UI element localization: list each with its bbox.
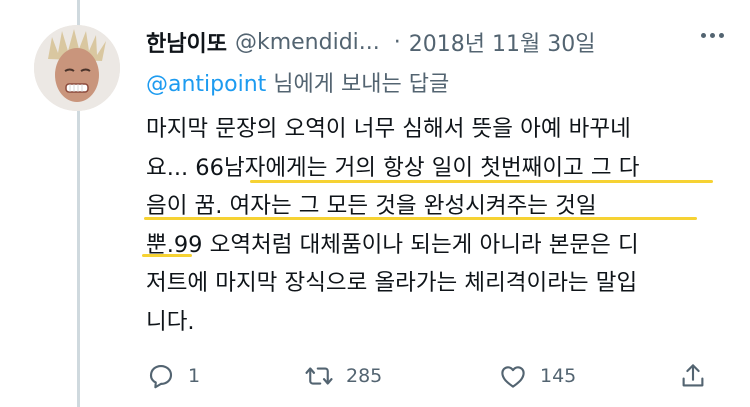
tweet-text: 마지막 문장의 오역이 너무 심해서 뜻을 아예 바꾸네 요... 66남자에게… [146,110,726,341]
user-handle[interactable]: @kmendidi... [235,30,380,55]
reply-count: 1 [188,365,201,387]
highlight-underline [250,180,713,183]
reply-icon [149,364,173,389]
tweet-text-line: 저트에 마지막 장식으로 올라가는 체리격이라는 말입 [146,270,638,296]
tweet-date[interactable]: 2018년 11월 30일 [409,26,596,58]
tweet-text-line: 마지막 문장의 오역이 너무 심해서 뜻을 아예 바꾸네 [146,116,631,142]
retweet-button[interactable]: 285 [304,356,382,396]
reply-to-mention[interactable]: @antipoint [146,72,266,97]
display-name[interactable]: 한남이또 [146,26,227,58]
retweet-count: 285 [346,365,383,387]
like-icon [501,366,525,388]
like-button[interactable]: 145 [498,356,576,396]
reply-to-label: 님에게 보내는 답글 [266,72,450,97]
tweet-actions: 1 285 145 [146,356,726,396]
share-button[interactable] [678,356,708,396]
avatar-image [34,25,120,111]
highlight-underline [142,254,192,257]
reply-button[interactable]: 1 [146,356,200,396]
separator-dot: · [393,29,401,55]
tweet-header: 한남이또 @kmendidi... · 2018년 11월 30일 [146,22,595,62]
reply-context: @antipoint 님에게 보내는 답글 [146,66,449,98]
retweet-icon [305,367,333,385]
tweet-text-line: 니다. [146,308,195,335]
avatar[interactable] [34,25,120,111]
highlight-underline [144,217,697,220]
share-icon [682,364,704,387]
like-count: 145 [540,365,577,387]
tweet-text-line: 뿐.99 오역처럼 대체품이나 되는게 아니라 본문은 디 [146,231,639,258]
more-icon[interactable] [701,33,724,38]
